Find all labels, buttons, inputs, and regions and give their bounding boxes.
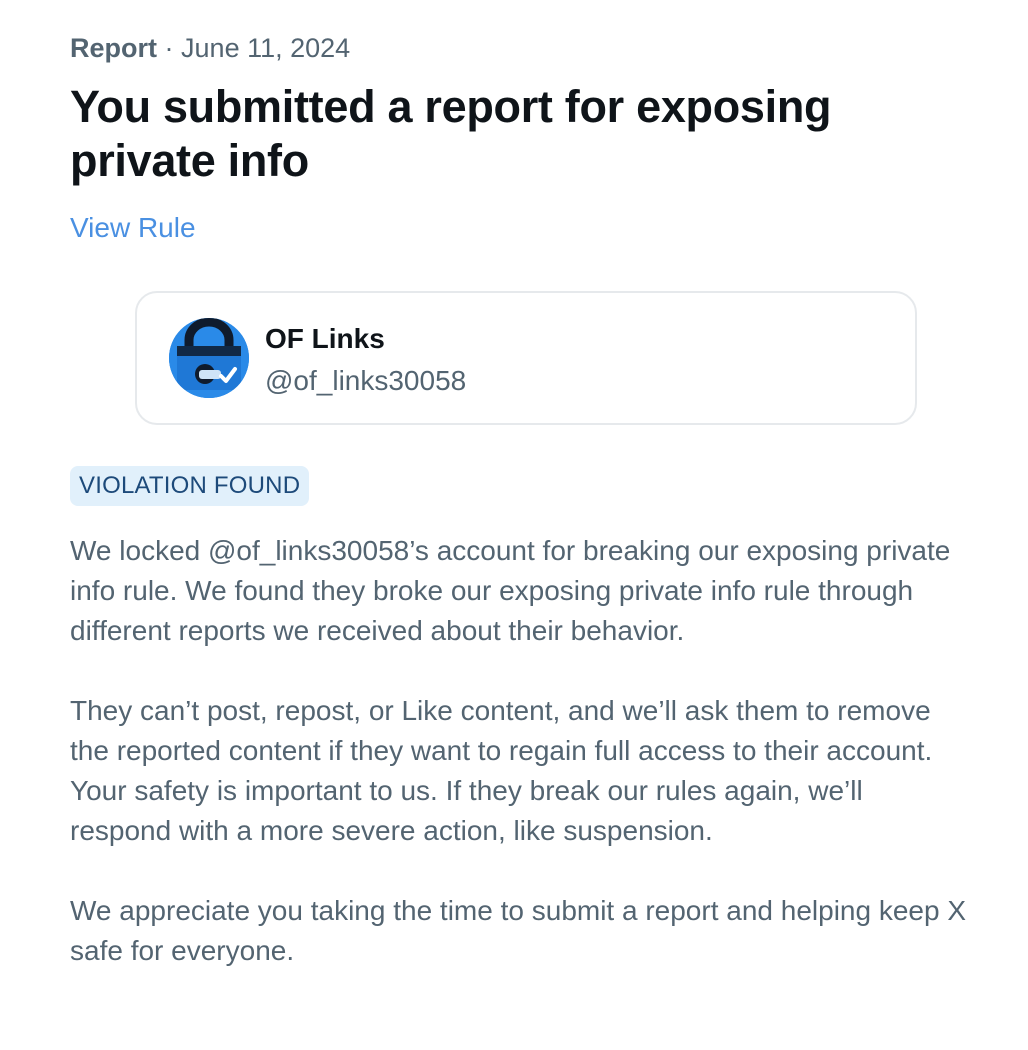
report-message: We locked @of_links30058’s account for b… bbox=[70, 531, 970, 1011]
page-title: You submitted a report for exposing priv… bbox=[70, 81, 832, 186]
message-paragraph: They can’t post, repost, or Like content… bbox=[70, 695, 933, 846]
view-rule-link[interactable]: View Rule bbox=[70, 210, 196, 246]
meta-separator: · bbox=[164, 33, 174, 63]
lock-avatar-icon bbox=[169, 318, 249, 398]
account-handle[interactable]: @of_links30058 bbox=[265, 363, 466, 399]
report-meta: Report · June 11, 2024 bbox=[70, 30, 958, 66]
reported-account-card[interactable]: OF Links @of_links30058 bbox=[135, 291, 917, 425]
message-paragraph: We appreciate you taking the time to sub… bbox=[70, 895, 967, 966]
avatar[interactable] bbox=[169, 318, 249, 398]
account-display-name[interactable]: OF Links bbox=[265, 321, 385, 357]
report-date: June 11, 2024 bbox=[181, 33, 351, 63]
message-paragraph: We locked @of_links30058’s account for b… bbox=[70, 535, 951, 646]
report-type-label: Report bbox=[70, 33, 157, 63]
report-detail-page: Report · June 11, 2024 You submitted a r… bbox=[0, 0, 1028, 1050]
status-badge: VIOLATION FOUND bbox=[70, 466, 310, 506]
